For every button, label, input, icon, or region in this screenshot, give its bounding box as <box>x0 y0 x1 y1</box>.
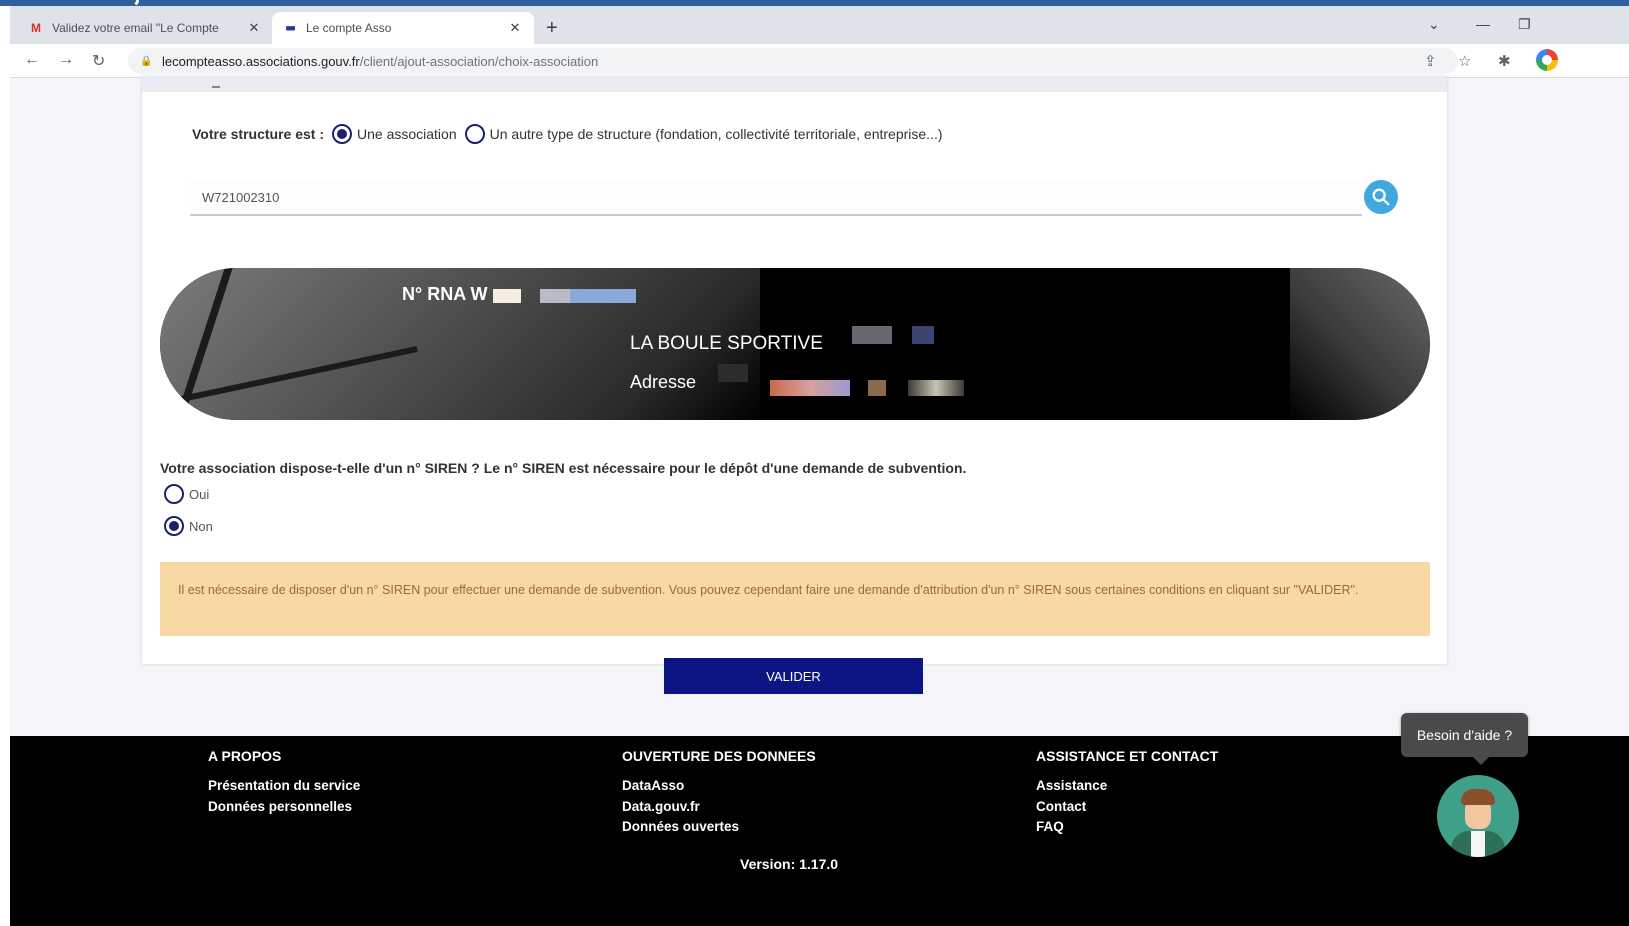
siren-warning-alert: Il est nécessaire de disposer d'un n° SI… <box>160 562 1430 636</box>
footer-link-contact[interactable]: Contact <box>1036 797 1218 818</box>
redacted-block <box>570 289 636 303</box>
footer-link-donnees-ouvertes[interactable]: Données ouvertes <box>622 817 816 838</box>
tab-title: Le compte Asso <box>306 21 392 35</box>
extensions-puzzle-icon[interactable]: ✱ <box>1498 52 1511 70</box>
gmail-icon: M <box>31 21 41 35</box>
structure-type-label: Votre structure est : <box>192 126 324 142</box>
page-content: Votre structure est : Une association Un… <box>10 76 1629 736</box>
browser-tab-gmail[interactable]: M Validez votre email "Le Compte ✕ <box>18 12 273 44</box>
share-icon[interactable]: ⇪ <box>1424 52 1437 70</box>
structure-type-row: Votre structure est : Une association Un… <box>192 124 951 144</box>
association-result-banner[interactable]: N° RNA W LA BOULE SPORTIVE Adresse <box>160 268 1430 420</box>
rna-search-input[interactable]: W721002310 <box>190 180 1362 216</box>
help-assistant-avatar-icon[interactable] <box>1437 775 1519 857</box>
restore-icon[interactable]: ❐ <box>1518 16 1531 33</box>
footer-link-donnees-personnelles[interactable]: Données personnelles <box>208 797 360 818</box>
option-label: Un autre type de structure (fondation, c… <box>489 126 943 142</box>
browser-tab-bar: M Validez votre email "Le Compte ✕ ■■ Le… <box>10 6 1629 44</box>
footer-link-dataasso[interactable]: DataAsso <box>622 776 816 797</box>
redacted-block <box>868 380 886 396</box>
footer-column-ouverture-donnees: OUVERTURE DES DONNEES DataAsso Data.gouv… <box>622 748 816 838</box>
rna-number: N° RNA W <box>402 284 488 304</box>
association-name: LA BOULE SPORTIVE <box>630 333 823 354</box>
minimize-icon[interactable]: — <box>1476 16 1490 32</box>
redacted-block <box>718 364 748 382</box>
redacted-block <box>912 326 934 344</box>
app-version: Version: 1.17.0 <box>740 856 839 872</box>
close-icon[interactable]: ✕ <box>245 20 263 36</box>
footer-heading: ASSISTANCE ET CONTACT <box>1036 748 1219 764</box>
tab-title: Validez votre email "Le Compte <box>52 21 219 35</box>
siren-option-oui[interactable]: Oui <box>164 484 209 504</box>
site-footer: A PROPOS Présentation du service Données… <box>10 736 1629 926</box>
search-button[interactable] <box>1364 180 1398 214</box>
redacted-block <box>493 289 521 303</box>
radio-unselected-icon[interactable] <box>164 484 184 504</box>
footer-column-a-propos: A PROPOS Présentation du service Données… <box>208 748 360 817</box>
footer-link-presentation[interactable]: Présentation du service <box>208 776 360 797</box>
footer-link-data-gouv[interactable]: Data.gouv.fr <box>622 797 816 818</box>
close-icon[interactable]: ✕ <box>506 20 524 36</box>
back-arrow-icon[interactable]: ← <box>24 51 40 69</box>
option-label: Non <box>189 518 213 534</box>
radio-unselected-icon[interactable] <box>464 124 485 144</box>
association-form-card: Votre structure est : Une association Un… <box>142 76 1447 664</box>
footer-link-faq[interactable]: FAQ <box>1036 817 1218 838</box>
address-label: Adresse <box>630 372 697 392</box>
option-label: Oui <box>189 486 210 502</box>
footer-heading: OUVERTURE DES DONNEES <box>622 748 816 764</box>
banner-texture-right <box>1290 268 1430 420</box>
lock-icon: 🔒 <box>140 55 153 67</box>
profile-avatar-icon[interactable] <box>1536 49 1558 71</box>
footer-link-assistance[interactable]: Assistance <box>1036 776 1218 797</box>
structure-option-association[interactable]: Une association <box>332 124 457 144</box>
siren-option-non[interactable]: Non <box>164 516 213 536</box>
marianne-icon: ■■ <box>285 23 296 33</box>
forward-arrow-icon[interactable]: → <box>58 51 74 69</box>
tab-search-chevron-icon[interactable]: ⌄ <box>1428 16 1440 33</box>
redacted-block <box>770 380 850 396</box>
browser-address-bar: ← → ↻ 🔒 lecompteasso.associations.gouv.f… <box>10 44 1629 78</box>
siren-question: Votre association dispose-t-elle d'un n°… <box>160 460 967 476</box>
url-path: /client/ajout-association/choix-associat… <box>359 53 599 69</box>
footer-heading: A PROPOS <box>208 748 282 764</box>
redacted-block <box>540 289 570 303</box>
search-icon <box>1372 188 1390 206</box>
help-tooltip[interactable]: Besoin d'aide ? <box>1401 713 1528 765</box>
new-tab-plus-icon[interactable]: + <box>546 18 558 38</box>
redacted-block <box>908 380 964 396</box>
reload-icon[interactable]: ↻ <box>92 51 105 71</box>
validate-button[interactable]: VALIDER <box>664 658 923 694</box>
radio-selected-icon[interactable] <box>164 516 184 536</box>
url-host: lecompteasso.associations.gouv.fr <box>162 53 360 69</box>
radio-selected-icon[interactable] <box>332 124 352 144</box>
option-label: Une association <box>357 126 457 142</box>
card-header-strip <box>142 76 1447 92</box>
structure-option-other[interactable]: Un autre type de structure (fondation, c… <box>464 124 943 144</box>
redacted-block <box>852 326 892 344</box>
browser-tab-compte-asso[interactable]: ■■ Le compte Asso ✕ <box>272 12 534 44</box>
url-field[interactable]: 🔒 lecompteasso.associations.gouv.fr/clie… <box>128 48 1458 74</box>
footer-column-assistance: ASSISTANCE ET CONTACT Assistance Contact… <box>1036 748 1218 838</box>
bookmark-star-icon[interactable]: ☆ <box>1458 52 1471 70</box>
